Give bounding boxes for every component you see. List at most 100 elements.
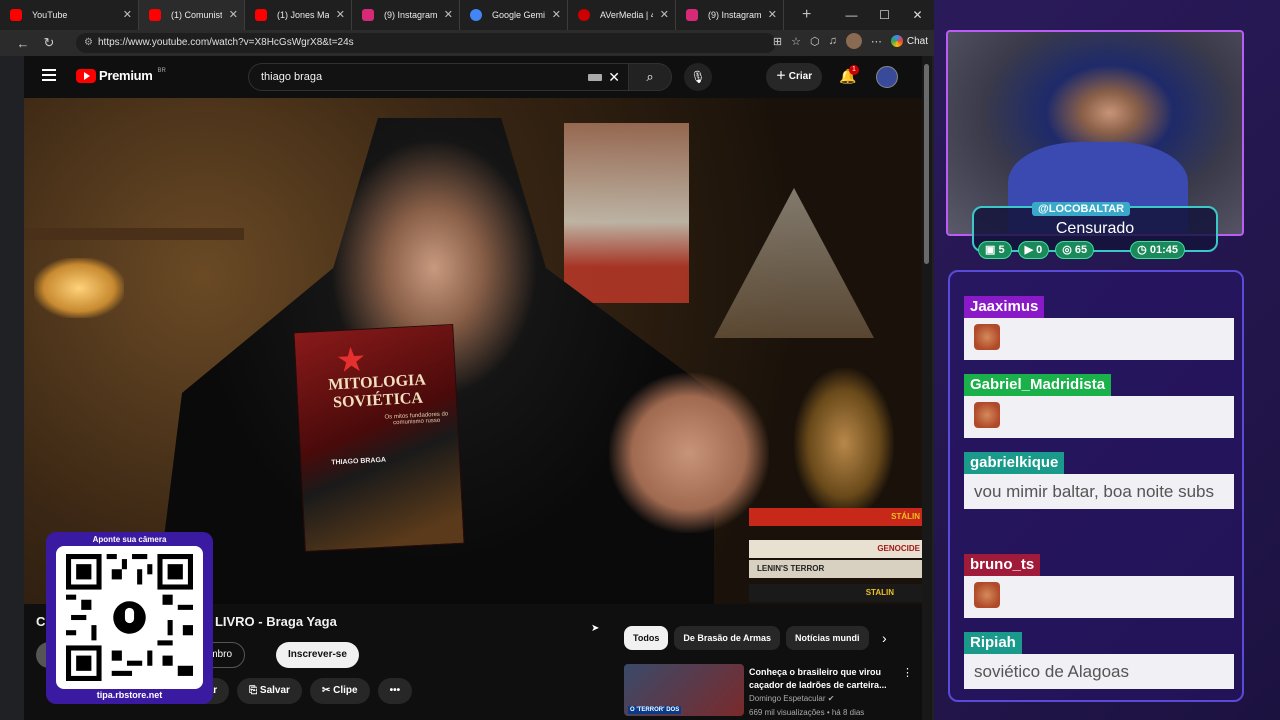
media-icon[interactable]: ♫ — [829, 35, 837, 47]
close-icon[interactable]: ✕ — [660, 8, 669, 21]
chat-overlay: Jaaximus Gabriel_Madridista gabrielkique… — [948, 270, 1244, 702]
recommendation-channel[interactable]: Domingo Espetacular ✔ — [749, 694, 834, 703]
menu-dots-icon[interactable]: ⋯ — [871, 35, 882, 48]
logo-region: BR — [157, 67, 166, 74]
tab-avermedia[interactable]: AVerMedia | 4K H ✕ — [568, 0, 676, 30]
uptime-badge: ◷ 01:45 — [1130, 241, 1185, 259]
chat-username: gabrielkique — [964, 452, 1065, 474]
close-window-button[interactable]: ✕ — [901, 0, 934, 30]
stacked-book: STÁLIN — [749, 508, 922, 526]
chat-button[interactable]: Chat — [890, 35, 928, 47]
chip-brasao[interactable]: De Brasão de Armas — [674, 626, 781, 650]
page-scrollbar[interactable] — [922, 56, 932, 720]
search-input[interactable]: thiago braga ✕ — [248, 63, 628, 91]
hamburger-menu-icon[interactable] — [42, 69, 56, 81]
chip-todos[interactable]: Todos — [624, 626, 669, 650]
close-icon[interactable]: ✕ — [336, 8, 345, 21]
youtube-play-icon — [76, 68, 96, 83]
maximize-button[interactable]: ☐ — [868, 0, 901, 30]
reload-icon[interactable]: ↻ — [36, 35, 62, 51]
tab-comunist[interactable]: (1) Comunist ✕ — [139, 0, 245, 30]
instagram-favicon-icon — [362, 9, 374, 21]
chat-body — [964, 396, 1234, 438]
tab-label: (9) Instagram • M — [384, 10, 437, 20]
tab-youtube[interactable]: YouTube ✕ — [0, 0, 139, 30]
book-subtitle: Os mitos fundadores do comunismo russo — [384, 411, 449, 427]
chat-body: soviético de Alagoas — [964, 654, 1234, 689]
user-avatar[interactable] — [876, 66, 898, 88]
tab-instagram-2[interactable]: (9) Instagram ✕ — [676, 0, 784, 30]
tab-label: (1) Comunist — [171, 10, 222, 20]
chat-label: Chat — [906, 35, 928, 47]
recommendation-item[interactable]: O 'TERROR' DOS Conheça o brasileiro que … — [624, 664, 924, 720]
clip-button[interactable]: ✂ Clipe — [309, 678, 370, 704]
subscribe-button[interactable]: Inscrever-se — [276, 642, 359, 668]
qr-instruction: Aponte sua câmera — [92, 535, 167, 544]
chat-body — [964, 318, 1234, 360]
filter-chips: Todos De Brasão de Armas Notícias mundi — [624, 626, 869, 650]
more-actions-button[interactable]: ••• — [377, 678, 413, 704]
site-info-icon[interactable]: ⚙ — [84, 33, 93, 53]
minimize-button[interactable]: — — [835, 0, 868, 30]
more-vert-icon[interactable]: ⋮ — [902, 666, 913, 679]
qr-code — [56, 546, 203, 689]
notifications-button[interactable]: 🔔 1 — [839, 65, 859, 85]
chip-noticias[interactable]: Notícias mundi — [786, 626, 869, 650]
recommendation-thumbnail[interactable]: O 'TERROR' DOS — [624, 664, 744, 716]
presenter-hand — [609, 373, 769, 533]
back-arrow-icon[interactable]: ← — [10, 36, 36, 51]
microphone-icon: 🎙 — [690, 70, 706, 84]
notification-badge: 1 — [849, 65, 859, 75]
chat-username: bruno_ts — [964, 554, 1041, 576]
chevron-right-icon[interactable]: › — [882, 626, 887, 650]
clock-icon: ◷ — [1137, 244, 1147, 256]
stacked-book: GENOCIDE — [749, 540, 922, 558]
chat-message: Jaaximus — [964, 296, 1234, 360]
clear-search-icon[interactable]: ✕ — [608, 64, 620, 90]
book-author: THIAGO BRAGA — [331, 456, 387, 467]
tab-jones-manoel[interactable]: (1) Jones Manoel ✕ — [245, 0, 352, 30]
youtube-favicon-icon — [149, 9, 161, 21]
new-tab-button[interactable]: + — [802, 6, 811, 24]
tab-label: (1) Jones Manoel — [277, 10, 329, 20]
voice-search-button[interactable]: 🎙 — [684, 63, 712, 91]
close-icon[interactable]: ✕ — [552, 8, 561, 21]
qr-url: tipa.rbstore.net — [96, 690, 163, 700]
youtube-favicon-icon — [255, 9, 267, 21]
close-icon[interactable]: ✕ — [768, 8, 777, 21]
chat-message: Gabriel_Madridista — [964, 374, 1234, 438]
bronze-statue — [794, 368, 894, 518]
tab-instagram-1[interactable]: (9) Instagram • M ✕ — [352, 0, 460, 30]
model-ship — [714, 188, 874, 338]
install-app-icon[interactable]: ⊞ — [773, 35, 782, 48]
youtube-logo[interactable]: Premium BR — [76, 68, 166, 83]
url-field[interactable]: ⚙ https://www.youtube.com/watch?v=X8HcGs… — [76, 33, 776, 53]
emote-icon — [974, 402, 1000, 428]
tab-label: (9) Instagram — [708, 10, 761, 20]
save-button[interactable]: ⎘ Salvar — [237, 678, 302, 704]
tab-gemini[interactable]: Google Gemini ✕ — [460, 0, 568, 30]
video-player[interactable]: ★ MITOLOGIA SOVIÉTICA Os mitos fundadore… — [24, 98, 922, 604]
chat-username: Ripiah — [964, 632, 1022, 654]
save-label: Salvar — [259, 685, 290, 696]
instagram-favicon-icon — [686, 9, 698, 21]
stream-stats: ▣ 5 ▶ 0 ◎ 65 ◷ 01:45 — [978, 241, 1185, 259]
search-button[interactable]: ⌕ — [628, 63, 672, 91]
close-icon[interactable]: ✕ — [229, 8, 238, 21]
create-button[interactable]: ＋ Criar — [766, 63, 823, 91]
close-icon[interactable]: ✕ — [123, 8, 132, 21]
tab-label: YouTube — [32, 10, 68, 20]
youtube-viewers-badge: ▶ 0 — [1017, 241, 1050, 259]
recommendation-title[interactable]: Conheça o brasileiro que virou caçador d… — [749, 666, 899, 692]
close-icon[interactable]: ✕ — [444, 8, 453, 21]
bookmark-star-icon[interactable]: ☆ — [791, 35, 801, 48]
bookmark-icon: ⎘ — [249, 685, 258, 696]
profile-avatar[interactable] — [845, 33, 862, 49]
scrollbar-thumb[interactable] — [924, 64, 929, 264]
extensions-icon[interactable]: ⬡ — [810, 35, 820, 48]
tab-strip: YouTube ✕ (1) Comunist ✕ (1) Jones Manoe… — [0, 0, 934, 30]
video-title-text: u LIVRO - Braga Yaga — [203, 614, 337, 629]
search-icon: ⌕ — [646, 69, 654, 84]
youtube-icon: ▶ — [1024, 244, 1034, 256]
keyboard-icon[interactable] — [588, 74, 602, 81]
